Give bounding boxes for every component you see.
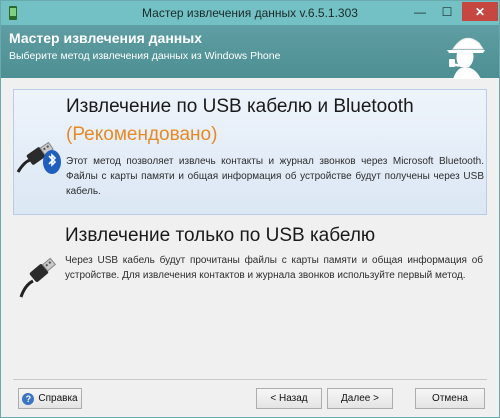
option-title: Извлечение по USB кабелю и Bluetooth (66, 96, 414, 117)
back-button[interactable]: < Назад (256, 388, 322, 409)
option-usb-bluetooth[interactable]: Извлечение по USB кабелю и Bluetooth (Ре… (13, 89, 487, 215)
help-icon: ? (22, 392, 35, 405)
header-title: Мастер извлечения данных (9, 30, 202, 46)
recommended-label: (Рекомендовано) (66, 124, 218, 145)
option-title: Извлечение только по USB кабелю (65, 225, 376, 246)
option-description: Этот метод позволяет извлечь контакты и … (66, 156, 484, 197)
wizard-header: Мастер извлечения данных Выберите метод … (1, 25, 499, 79)
help-button[interactable]: ? Справка (18, 388, 82, 409)
footer-divider (13, 379, 487, 380)
help-label: Справка (38, 393, 78, 404)
next-button[interactable]: Далее > (327, 388, 393, 409)
wizard-window: Мастер извлечения данных v.6.5.1.303 — ☐… (0, 0, 500, 418)
usb-cable-icon (19, 257, 57, 298)
detective-icon (447, 37, 485, 79)
option-description: Через USB кабель будут прочитаны файлы с… (65, 255, 483, 281)
minimize-button[interactable]: — (407, 2, 433, 21)
maximize-button[interactable]: ☐ (434, 2, 460, 21)
cancel-button[interactable]: Отмена (415, 388, 485, 409)
option-usb-only[interactable]: Извлечение только по USB кабелю Через US… (13, 223, 487, 303)
usb-bluetooth-icon (16, 141, 61, 174)
title-bar[interactable]: Мастер извлечения данных v.6.5.1.303 — ☐… (1, 1, 499, 25)
header-subtitle: Выберите метод извлечения данных из Wind… (9, 50, 281, 62)
close-button[interactable]: ✕ (462, 2, 498, 21)
